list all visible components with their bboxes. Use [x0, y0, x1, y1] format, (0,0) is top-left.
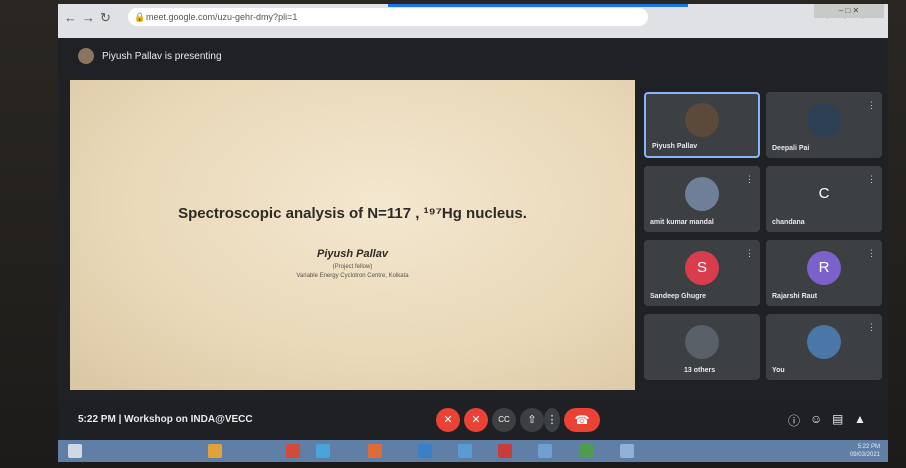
more-options-icon[interactable]: ⋮	[867, 248, 876, 259]
chrome-icon[interactable]	[316, 444, 330, 458]
camera-off-icon[interactable]: ✕	[464, 408, 488, 432]
people-icon[interactable]: ☺	[810, 412, 822, 426]
participant-name: 13 others	[684, 367, 716, 374]
participant-avatar: C	[807, 176, 841, 211]
browser-toolbar: ← → ↻ 🔒 meet.google.com/uzu-gehr-dmy?pli…	[58, 4, 888, 38]
meeting-info-separator: |	[118, 414, 122, 425]
meeting-control-bar: 5:22 PM | Workshop on INDA@VECC ✕ ✕ CC ⇧…	[58, 400, 888, 440]
end-call-icon[interactable]: ☎	[564, 408, 600, 432]
screen: ← → ↻ 🔒 meet.google.com/uzu-gehr-dmy?pli…	[58, 4, 888, 462]
more-options-icon[interactable]: ⋮	[867, 100, 876, 111]
meeting-time: 5:22 PM	[78, 414, 116, 425]
meeting-info: 5:22 PM | Workshop on INDA@VECC	[78, 414, 253, 425]
chat-icon[interactable]: ▤	[832, 412, 843, 426]
more-options-icon[interactable]: ⋮	[745, 174, 754, 185]
active-tab-indicator	[388, 4, 688, 7]
app-icon[interactable]	[580, 444, 594, 458]
taskbar-clock[interactable]: 5:22 PM 09/03/2021	[850, 443, 880, 459]
start-icon[interactable]	[68, 444, 82, 458]
more-options-icon[interactable]: ⋮	[745, 248, 754, 259]
back-icon[interactable]: ←	[64, 10, 77, 25]
present-icon[interactable]: ⇧	[520, 408, 544, 432]
participant-avatar	[807, 102, 841, 137]
participant-name: chandana	[772, 219, 805, 226]
clock-time: 5:22 PM	[857, 444, 880, 450]
participant-avatar	[685, 176, 719, 211]
app-icon[interactable]	[368, 444, 382, 458]
windows-taskbar: 5:22 PM 09/03/2021	[58, 440, 888, 462]
participant-tile-others[interactable]: 13 others	[644, 314, 760, 380]
address-url: meet.google.com/uzu-gehr-dmy?pli=1	[146, 12, 298, 22]
slide-author: Piyush Pallav	[317, 248, 388, 260]
forward-icon[interactable]: →	[82, 10, 95, 25]
window-controls[interactable]: – □ ✕	[814, 4, 884, 18]
slide-role: (Project fellow)	[332, 264, 373, 270]
reload-icon[interactable]: ↻	[100, 10, 111, 26]
captions-icon[interactable]: CC	[492, 408, 516, 432]
presenting-banner: Piyush Pallav is presenting	[78, 48, 222, 64]
info-icon[interactable]: ⓘ	[788, 412, 800, 429]
participant-name: amit kumar mandal	[650, 219, 714, 226]
monitor-bezel: ← → ↻ 🔒 meet.google.com/uzu-gehr-dmy?pli…	[0, 0, 906, 468]
slide-affiliation: Variable Energy Cyclotron Centre, Kolkat…	[296, 273, 409, 279]
participant-avatar	[807, 324, 841, 359]
participant-name: Piyush Pallav	[652, 143, 698, 150]
presenting-text: Piyush Pallav is presenting	[102, 50, 222, 62]
participant-avatar	[685, 103, 719, 138]
mic-off-icon[interactable]: ✕	[436, 408, 460, 432]
participant-tile-rajarshi[interactable]: R Rajarshi Raut ⋮	[766, 240, 882, 306]
app-icon[interactable]	[620, 444, 634, 458]
more-options-icon[interactable]: ⋮	[544, 408, 560, 432]
meeting-name: Workshop on INDA@VECC	[124, 414, 253, 425]
participant-name: Rajarshi Raut	[772, 293, 818, 300]
participant-name: Deepali Pai	[772, 145, 810, 152]
participant-name: You	[772, 367, 785, 374]
app-icon[interactable]	[458, 444, 472, 458]
pdf-icon[interactable]	[498, 444, 512, 458]
others-avatars	[685, 324, 719, 359]
more-options-icon[interactable]: ⋮	[867, 322, 876, 333]
presenter-avatar	[78, 48, 94, 64]
activities-icon[interactable]: ▲	[854, 412, 866, 426]
participant-tile-amit[interactable]: amit kumar mandal ⋮	[644, 166, 760, 232]
more-options-icon[interactable]: ⋮	[867, 174, 876, 185]
file-explorer-icon[interactable]	[208, 444, 222, 458]
participant-avatar: R	[807, 250, 841, 285]
participant-tile-piyush[interactable]: Piyush Pallav	[644, 92, 760, 158]
presentation-slide: Spectroscopic analysis of N=117 , ¹⁹⁷Hg …	[70, 80, 635, 390]
powerpoint-icon[interactable]	[286, 444, 300, 458]
participant-tile-sandeep[interactable]: S Sandeep Ghugre ⋮	[644, 240, 760, 306]
app-icon[interactable]	[418, 444, 432, 458]
app-icon[interactable]	[538, 444, 552, 458]
clock-date: 09/03/2021	[849, 452, 880, 458]
participant-tile-chandana[interactable]: C chandana ⋮	[766, 166, 882, 232]
address-bar[interactable]: 🔒 meet.google.com/uzu-gehr-dmy?pli=1	[128, 8, 648, 26]
participant-tile-deepali[interactable]: Deepali Pai ⋮	[766, 92, 882, 158]
participant-avatar: S	[685, 250, 719, 285]
participant-name: Sandeep Ghugre	[650, 293, 707, 300]
lock-icon: 🔒	[134, 12, 146, 22]
participant-tile-you[interactable]: You ⋮	[766, 314, 882, 380]
slide-title: Spectroscopic analysis of N=117 , ¹⁹⁷Hg …	[178, 205, 527, 222]
